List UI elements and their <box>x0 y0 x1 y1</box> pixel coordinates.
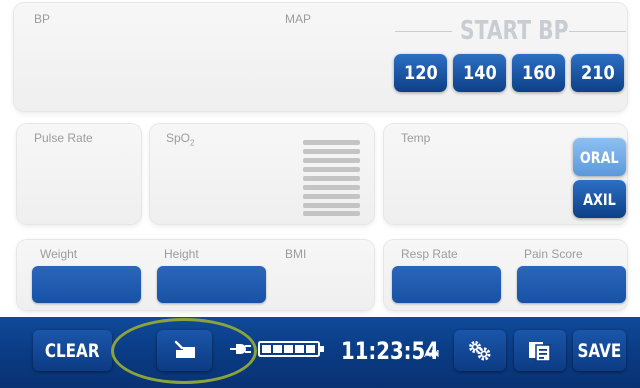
start-bp-210-button[interactable]: 210 <box>571 54 624 92</box>
patient-record-icon <box>529 341 551 362</box>
highlight-ring <box>111 318 257 384</box>
spo2-bar <box>303 203 360 208</box>
clock-ampm: AM <box>424 349 440 360</box>
oral-button[interactable]: ORAL <box>573 138 626 176</box>
map-label: MAP <box>285 12 312 26</box>
spo2-bar <box>303 211 360 216</box>
height-label: Height <box>164 247 199 261</box>
pain-score-input-button[interactable] <box>517 266 626 303</box>
battery-cell <box>295 345 304 353</box>
battery-cell <box>273 345 282 353</box>
patient-record-button[interactable] <box>514 330 566 371</box>
save-button[interactable]: SAVE <box>573 330 626 371</box>
start-bp-rule-right <box>569 31 626 32</box>
spo2-label: SpO2 <box>166 131 195 148</box>
bp-label: BP <box>34 12 51 26</box>
settings-button[interactable] <box>454 330 506 371</box>
battery-cell <box>306 345 315 353</box>
start-bp-rule-left <box>395 31 452 32</box>
resp-rate-label: Resp Rate <box>401 247 458 261</box>
start-bp-120-button[interactable]: 120 <box>394 54 447 92</box>
spo2-bar <box>303 140 360 145</box>
start-bp-160-button[interactable]: 160 <box>512 54 565 92</box>
spo2-bar <box>303 167 360 172</box>
temp-label: Temp <box>401 131 431 145</box>
clock: 11:23:54 AM <box>341 337 440 365</box>
height-input-button[interactable] <box>157 266 266 303</box>
pulse-rate-label: Pulse Rate <box>34 131 93 145</box>
pain-score-label: Pain Score <box>524 247 583 261</box>
battery-cell <box>284 345 293 353</box>
spo2-bar <box>303 176 360 181</box>
spo2-bar <box>303 149 360 154</box>
settings-gears-icon <box>469 340 491 360</box>
spo2-bar <box>303 158 360 163</box>
axil-button[interactable]: AXIL <box>573 180 626 218</box>
resp-rate-input-button[interactable] <box>392 266 501 303</box>
weight-label: Weight <box>40 247 78 261</box>
bmi-label: BMI <box>285 247 307 261</box>
spo2-bar <box>303 194 360 199</box>
weight-input-button[interactable] <box>32 266 141 303</box>
clear-button[interactable]: CLEAR <box>33 330 112 371</box>
spo2-bar <box>303 185 360 190</box>
battery-cell <box>262 345 271 353</box>
battery-icon <box>258 341 326 357</box>
start-bp-140-button[interactable]: 140 <box>453 54 506 92</box>
